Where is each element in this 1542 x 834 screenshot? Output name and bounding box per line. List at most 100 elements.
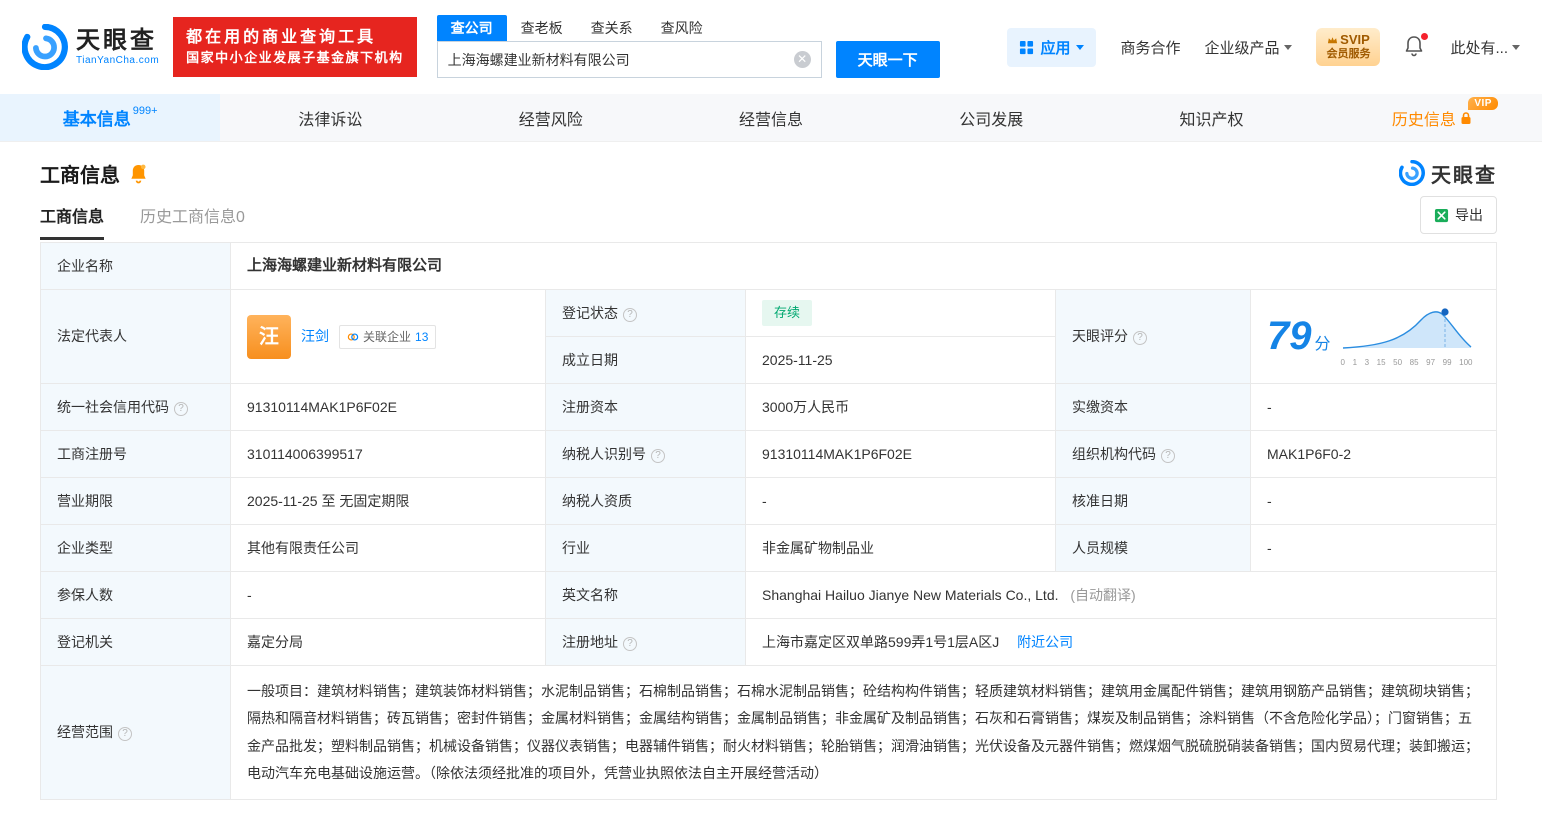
tianyancha-logo[interactable]: 天眼查 TianYanCha.com [22,24,159,70]
search-tab-boss[interactable]: 查老板 [507,15,577,41]
row-company-name: 企业名称 上海海螺建业新材料有限公司 [41,243,1497,290]
english-name-cell: Shanghai Hailuo Jianye New Materials Co.… [746,572,1497,619]
vip-badge: VIP [1468,97,1498,110]
english-name-label: 英文名称 [546,572,746,619]
tab-intellectual-property[interactable]: 知识产权 [1101,94,1321,141]
org-code-label: 组织机构代码 [1056,431,1251,478]
menu-business-cooperation[interactable]: 商务合作 [1120,37,1180,58]
tab-company-development[interactable]: 公司发展 [881,94,1101,141]
search-box: ✕ [437,41,822,78]
row-reg-number: 工商注册号 310114006399517 纳税人识别号 91310114MAK… [41,431,1497,478]
establish-date-label: 成立日期 [546,337,746,384]
svip-membership-button[interactable]: SVIP 会员服务 [1316,28,1380,66]
row-insured-count: 参保人数 - 英文名称 Shanghai Hailuo Jianye New M… [41,572,1497,619]
reg-address-cell: 上海市嘉定区双单路599弄1号1层A区J 附近公司 [746,619,1497,666]
menu-enterprise-products[interactable]: 企业级产品 [1204,37,1292,58]
staff-size-value: - [1251,525,1497,572]
legal-rep-avatar[interactable]: 汪 [247,315,291,359]
search-input[interactable] [448,52,794,68]
tab-basic-info-count: 999+ [133,105,158,117]
help-icon[interactable] [623,308,637,322]
help-icon[interactable] [118,727,132,741]
legal-rep-label: 法定代表人 [41,290,231,384]
tab-legal-proceedings[interactable]: 法律诉讼 [220,94,440,141]
business-info-table: 企业名称 上海海螺建业新材料有限公司 法定代表人 汪 汪剑 关联企业 [40,242,1497,800]
clear-search-icon[interactable]: ✕ [794,51,811,68]
company-name-label: 企业名称 [41,243,231,290]
help-icon[interactable] [1161,449,1175,463]
score-cell: 79分 0131550859799100 [1251,290,1497,384]
reg-status-label: 登记状态 [546,290,746,337]
apps-menu-button[interactable]: 应用 [1007,28,1096,67]
related-companies-badge[interactable]: 关联企业 13 [339,325,436,349]
subtab-row: 工商信息 历史工商信息0 导出 [40,200,1497,240]
insured-count-value: - [231,572,546,619]
approval-date-value: - [1251,478,1497,525]
excel-export-icon [1434,208,1449,223]
search-area: 查公司 查老板 查关系 查风险 ✕ 天眼一下 [437,16,940,78]
company-name-value: 上海海螺建业新材料有限公司 [231,243,1497,290]
top-menu: 应用 商务合作 企业级产品 SVIP 会员服务 [1007,28,1520,67]
enterprise-products-label: 企业级产品 [1204,37,1279,58]
banner-line2: 国家中小企业发展子基金旗下机构 [186,49,404,68]
lock-icon [1460,111,1472,125]
score-label: 天眼评分 [1056,290,1251,384]
subtab-history-business-info[interactable]: 历史工商信息0 [140,203,245,240]
industry-label: 行业 [546,525,746,572]
help-icon[interactable] [651,449,665,463]
reg-authority-label: 登记机关 [41,619,231,666]
industry-value: 非金属矿物制品业 [746,525,1056,572]
search-tab-company[interactable]: 查公司 [437,15,507,41]
english-name-value: Shanghai Hailuo Jianye New Materials Co.… [762,587,1059,603]
row-business-term: 营业期限 2025-11-25 至 无固定期限 纳税人资质 - 核准日期 - [41,478,1497,525]
apps-label: 应用 [1040,37,1070,58]
chevron-down-icon [1076,45,1084,50]
user-name: 此处有... [1450,37,1508,58]
tianyancha-company-page: 天眼查 TianYanCha.com 都在用的商业查询工具 国家中小企业发展子基… [0,0,1542,834]
top-bar: 天眼查 TianYanCha.com 都在用的商业查询工具 国家中小企业发展子基… [0,0,1542,94]
reg-number-label: 工商注册号 [41,431,231,478]
reg-authority-value: 嘉定分局 [231,619,546,666]
status-badge: 存续 [762,300,812,326]
tab-history-info[interactable]: 历史信息 VIP [1322,94,1542,141]
taxpayer-quality-label: 纳税人资质 [546,478,746,525]
row-legal-rep: 法定代表人 汪 汪剑 关联企业 13 [41,290,1497,337]
help-icon[interactable] [623,637,637,651]
user-account-button[interactable]: 此处有... [1450,37,1520,58]
tab-operating-info[interactable]: 经营信息 [661,94,881,141]
tab-operating-risk[interactable]: 经营风险 [441,94,661,141]
tianyancha-logo-icon [1399,160,1425,186]
company-nav-tabs: 基本信息 999+ 法律诉讼 经营风险 经营信息 公司发展 知识产权 历史信息 … [0,94,1542,142]
section-header: 工商信息 天眼查 [40,158,1497,188]
search-tab-risk[interactable]: 查风险 [647,15,717,41]
subtab-business-info[interactable]: 工商信息 [40,203,104,240]
notification-dot [1421,33,1428,40]
reg-status-cell: 存续 [746,290,1056,337]
reg-capital-value: 3000万人民币 [746,384,1056,431]
nearby-companies-link[interactable]: 附近公司 [1017,634,1073,650]
row-reg-authority: 登记机关 嘉定分局 注册地址 上海市嘉定区双单路599弄1号1层A区J 附近公司 [41,619,1497,666]
tab-basic-info-label: 基本信息 [63,105,131,130]
help-icon[interactable] [174,402,188,416]
taxpayer-id-label: 纳税人识别号 [546,431,746,478]
corner-logo-text: 天眼查 [1431,159,1497,188]
chevron-down-icon [1512,45,1520,50]
subscribe-bell-button[interactable] [129,163,148,184]
section-title: 工商信息 [40,159,120,188]
notifications-bell-button[interactable] [1404,35,1426,59]
score-unit: 分 [1315,336,1331,353]
help-icon[interactable] [1133,331,1147,345]
export-button[interactable]: 导出 [1420,196,1497,234]
score-distribution-chart: 0131550859799100 [1341,304,1473,369]
search-tabs: 查公司 查老板 查关系 查风险 [437,16,940,41]
tab-history-info-label: 历史信息 [1392,106,1456,130]
export-label: 导出 [1455,205,1483,225]
search-button[interactable]: 天眼一下 [836,41,940,78]
establish-date-value: 2025-11-25 [746,337,1056,384]
chevron-down-icon [1284,45,1292,50]
legal-rep-link[interactable]: 汪剑 [301,326,329,347]
search-tab-relation[interactable]: 查关系 [577,15,647,41]
related-companies-count[interactable]: 13 [415,328,428,346]
logo-title: 天眼查 [76,28,159,54]
tab-basic-info[interactable]: 基本信息 999+ [0,94,220,141]
